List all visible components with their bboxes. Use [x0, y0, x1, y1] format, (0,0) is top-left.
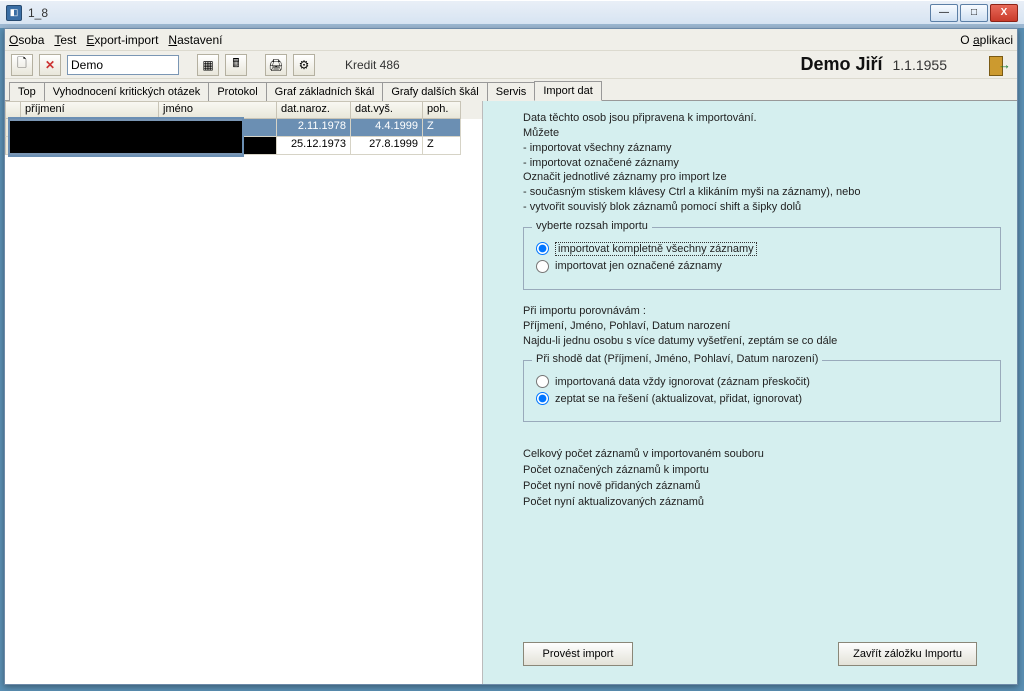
- content: příjmení jméno dat.naroz. dat.vyš. poh. …: [5, 101, 1017, 684]
- col-datvys[interactable]: dat.vyš.: [351, 101, 423, 119]
- button-row: Provést import Zavřít záložku Importu: [523, 642, 977, 666]
- radio-conflict-ask-label: zeptat se na řešení (aktualizovat, přida…: [555, 393, 802, 405]
- cell-datnaroz: 2.11.1978: [277, 119, 351, 137]
- close-tab-button[interactable]: Zavřít záložku Importu: [838, 642, 977, 666]
- menu-export-import[interactable]: Export-import: [86, 33, 158, 47]
- col-poh[interactable]: poh.: [423, 101, 461, 119]
- new-doc-button[interactable]: 🗋: [11, 54, 33, 76]
- col-datnaroz[interactable]: dat.naroz.: [277, 101, 351, 119]
- records-grid: příjmení jméno dat.naroz. dat.vyš. poh. …: [5, 101, 483, 684]
- menu-test[interactable]: Test: [54, 33, 76, 47]
- menu-o-aplikaci[interactable]: O aplikaci: [960, 33, 1013, 47]
- close-button[interactable]: X: [990, 4, 1018, 22]
- stat-total: Celkový počet záznamů v importovaném sou…: [523, 448, 1001, 460]
- tab-top[interactable]: Top: [9, 82, 45, 101]
- radio-conflict-ask-input[interactable]: [536, 392, 549, 405]
- scope-legend: vyberte rozsah importu: [532, 220, 652, 232]
- cell-poh: Z: [423, 137, 461, 155]
- tab-import-dat[interactable]: Import dat: [534, 81, 602, 101]
- intro-text: Data těchto osob jsou připravena k impor…: [523, 111, 1001, 215]
- tab-graf-zakladnich[interactable]: Graf základních škál: [266, 82, 384, 101]
- radio-conflict-ask[interactable]: zeptat se na řešení (aktualizovat, přida…: [536, 392, 988, 405]
- os-window: ◧ 1_8 — □ X OOsobasoba Test Export-impor…: [0, 0, 1024, 691]
- compare-text: Při importu porovnávám : Příjmení, Jméno…: [523, 304, 1001, 349]
- radio-conflict-ignore-input[interactable]: [536, 375, 549, 388]
- radio-conflict-ignore[interactable]: importovaná data vždy ignorovat (záznam …: [536, 375, 988, 388]
- import-panel: Data těchto osob jsou připravena k impor…: [483, 101, 1017, 684]
- redaction-block: [10, 119, 242, 155]
- tools-button[interactable]: ⚙: [293, 54, 315, 76]
- radio-import-marked-input[interactable]: [536, 260, 549, 273]
- radio-import-marked-label: importovat jen označené záznamy: [555, 260, 722, 272]
- toolbar: 🗋 ✕ ▦ 🖩 🖨 ⚙ Kredit 486 Demo Jiří 1.1.195…: [5, 51, 1017, 79]
- stat-added: Počet nyní nově přidaných záznamů: [523, 480, 1001, 492]
- menu-nastaveni[interactable]: Nastavení: [168, 33, 222, 47]
- radio-import-marked[interactable]: importovat jen označené záznamy: [536, 260, 988, 273]
- delete-button[interactable]: ✕: [39, 54, 61, 76]
- grid-button[interactable]: ▦: [197, 54, 219, 76]
- radio-import-all-label: importovat kompletně všechny záznamy: [555, 242, 757, 256]
- person-combo[interactable]: [67, 55, 179, 75]
- app-icon: ◧: [6, 5, 22, 21]
- person-birthdate: 1.1.1955: [893, 57, 948, 73]
- radio-import-all-input[interactable]: [536, 242, 549, 255]
- do-import-button[interactable]: Provést import: [523, 642, 633, 666]
- menubar: OOsobasoba Test Export-import Nastavení …: [5, 29, 1017, 51]
- exit-icon[interactable]: [987, 54, 1011, 76]
- kredit-label: Kredit 486: [345, 58, 400, 72]
- app-window: OOsobasoba Test Export-import Nastavení …: [4, 28, 1018, 685]
- conflict-fieldset: Při shodě dat (Příjmení, Jméno, Pohlaví,…: [523, 360, 1001, 422]
- cell-datvys: 4.4.1999: [351, 119, 423, 137]
- person-name: Demo Jiří: [800, 54, 882, 75]
- minimize-button[interactable]: —: [930, 4, 958, 22]
- conflict-legend: Při shodě dat (Příjmení, Jméno, Pohlaví,…: [532, 353, 822, 365]
- tab-grafy-dalsich[interactable]: Grafy dalších škál: [382, 82, 487, 101]
- tab-vyhodnoceni[interactable]: Vyhodnocení kritických otázek: [44, 82, 210, 101]
- cell-datvys: 27.8.1999: [351, 137, 423, 155]
- window-title: 1_8: [28, 6, 48, 20]
- tabstrip: Top Vyhodnocení kritických otázek Protok…: [5, 79, 1017, 101]
- stat-updated: Počet nyní aktualizovaných záznamů: [523, 496, 1001, 508]
- calculator-button[interactable]: 🖩: [225, 54, 247, 76]
- scope-fieldset: vyberte rozsah importu importovat komple…: [523, 227, 1001, 290]
- menu-osoba[interactable]: OOsobasoba: [9, 33, 44, 47]
- tab-servis[interactable]: Servis: [487, 82, 536, 101]
- print-button[interactable]: 🖨: [265, 54, 287, 76]
- titlebar: ◧ 1_8 — □ X: [0, 0, 1024, 24]
- stat-marked: Počet označených záznamů k importu: [523, 464, 1001, 476]
- cell-datnaroz: 25.12.1973: [277, 137, 351, 155]
- maximize-button[interactable]: □: [960, 4, 988, 22]
- tab-protokol[interactable]: Protokol: [208, 82, 266, 101]
- radio-import-all[interactable]: importovat kompletně všechny záznamy: [536, 242, 988, 256]
- stats-block: Celkový počet záznamů v importovaném sou…: [523, 448, 1001, 508]
- cell-poh: Z: [423, 119, 461, 137]
- radio-conflict-ignore-label: importovaná data vždy ignorovat (záznam …: [555, 376, 810, 388]
